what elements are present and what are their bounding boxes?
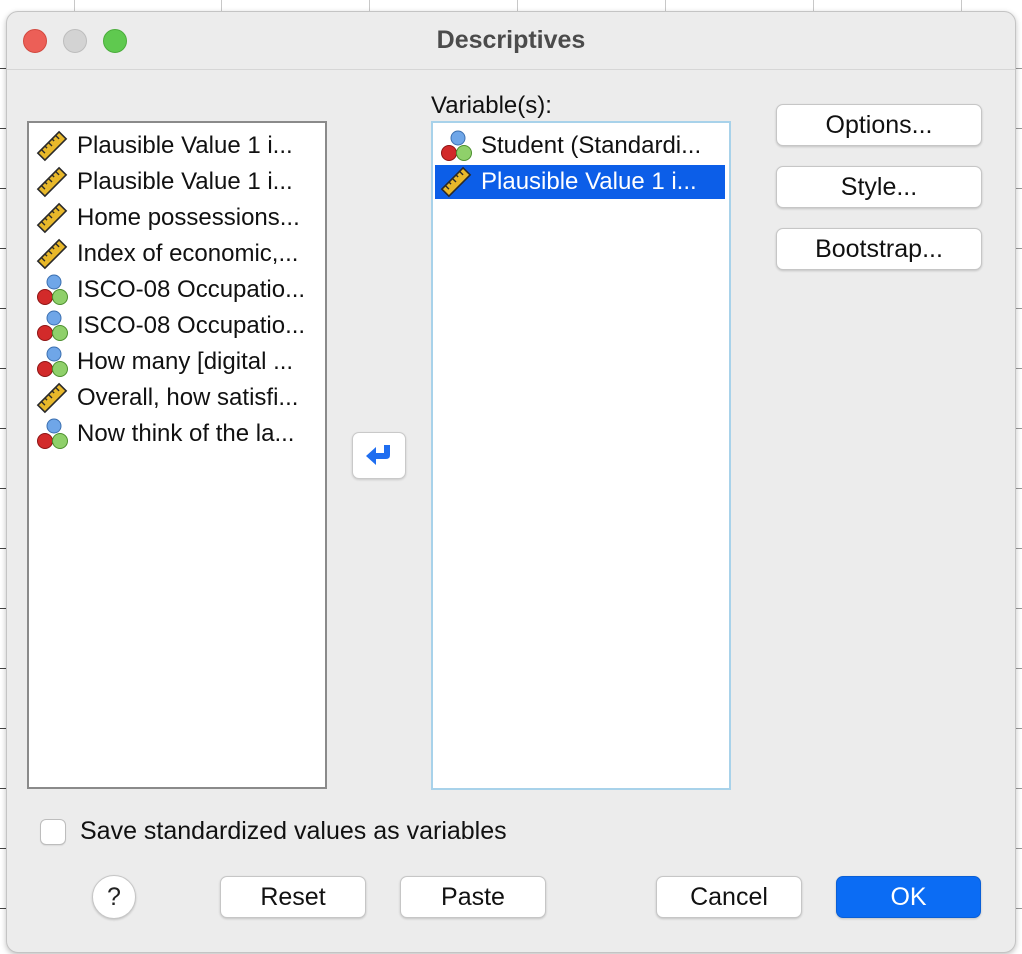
list-item-label: Overall, how satisfi... [77,384,299,411]
variables-label: Variable(s): [431,92,552,119]
paste-button[interactable]: Paste [400,876,546,918]
list-item-label: Student (Standardi... [481,132,702,159]
nominal-balls-icon [35,417,69,451]
style-button[interactable]: Style... [776,166,982,208]
scale-ruler-icon [35,381,69,415]
list-item-label: Plausible Value 1 i... [77,168,293,195]
ok-button[interactable]: OK [836,876,981,918]
cancel-button[interactable]: Cancel [656,876,802,918]
source-variable-list[interactable]: Plausible Value 1 i... Plausible Value 1 … [27,121,327,789]
move-variable-button[interactable] [352,432,406,479]
list-item[interactable]: Home possessions... [35,201,321,235]
list-item-label: How many [digital ... [77,348,294,375]
scale-ruler-icon [439,165,473,199]
list-item[interactable]: Plausible Value 1 i... [35,165,321,199]
list-item-label: Plausible Value 1 i... [77,132,293,159]
list-item-label: ISCO-08 Occupatio... [77,312,306,339]
list-item[interactable]: ISCO-08 Occupatio... [35,309,321,343]
return-arrow-icon [366,444,390,465]
bootstrap-button[interactable]: Bootstrap... [776,228,982,270]
scale-ruler-icon [35,129,69,163]
nominal-balls-icon [35,345,69,379]
list-item-label: Home possessions... [77,204,300,231]
scale-ruler-icon [35,201,69,235]
scale-ruler-icon [35,165,69,199]
save-standardized-checkbox[interactable] [40,818,66,845]
save-standardized-label: Save standardized values as variables [80,817,507,845]
options-button[interactable]: Options... [776,104,982,146]
list-item[interactable]: Index of economic,... [35,237,321,271]
title-bar: Descriptives [7,12,1015,70]
target-variable-list[interactable]: Student (Standardi... Plausible Value 1 i… [431,121,731,790]
list-item-label: ISCO-08 Occupatio... [77,276,306,303]
list-item[interactable]: Now think of the la... [35,417,321,451]
help-button[interactable]: ? [92,875,136,919]
list-item[interactable]: Overall, how satisfi... [35,381,321,415]
scale-ruler-icon [35,237,69,271]
list-item[interactable]: ISCO-08 Occupatio... [35,273,321,307]
nominal-balls-icon [35,273,69,307]
list-item[interactable]: Plausible Value 1 i... [435,165,725,199]
descriptives-dialog: Descriptives Plausible Value 1 i... Plaus… [6,11,1016,953]
save-standardized-row[interactable]: Save standardized values as variables [40,817,507,846]
nominal-balls-icon [439,129,473,163]
list-item-label: Now think of the la... [77,420,295,447]
list-item[interactable]: Plausible Value 1 i... [35,129,321,163]
list-item[interactable]: Student (Standardi... [439,129,725,163]
reset-button[interactable]: Reset [220,876,366,918]
list-item-label: Index of economic,... [77,240,299,267]
dialog-title: Descriptives [436,26,586,54]
nominal-balls-icon [35,309,69,343]
list-item-label: Plausible Value 1 i... [481,168,697,195]
list-item[interactable]: How many [digital ... [35,345,321,379]
